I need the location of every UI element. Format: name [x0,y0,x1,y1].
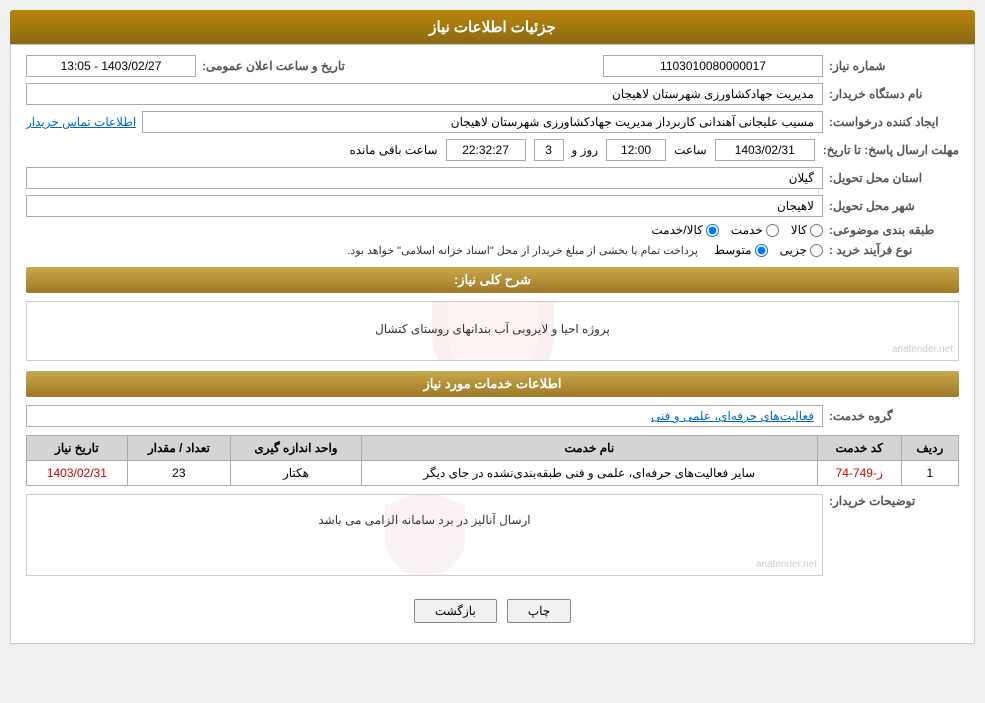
deadline-label: مهلت ارسال پاسخ: تا تاریخ: [823,143,959,157]
main-container: شماره نیاز: 1103010080000017 تاریخ و ساع… [10,44,975,644]
niaaz-number-label: شماره نیاز: [829,59,959,73]
category-khadamat-radio[interactable] [766,224,779,237]
purchase-motavaset-label: متوسط [714,243,752,257]
purchase-desc-text: پرداخت تمام یا بخشی از مبلغ خریدار از مح… [347,244,698,257]
buyer-notes-watermark-icon [365,494,485,576]
buyer-notes-box: ارسال آنالیز در برد سامانه الزامی می باش… [26,494,823,576]
province-label: استان محل تحویل: [829,171,959,185]
general-desc-text: پروژه احیا و لایروبی آب بندانهای روستای … [37,312,948,346]
buyer-org-row: نام دستگاه خریدار: مدیریت جهادکشاورزی شه… [26,83,959,105]
niaaz-number-value: 1103010080000017 [603,55,823,77]
deadline-date-value: 1403/02/31 [715,139,815,161]
col-date: تاریخ نیاز [27,436,128,461]
category-kala-label: کالا [791,223,807,237]
category-row: طبقه بندی موضوعی: کالا خدمت کالا/خدمت [26,223,959,237]
buyer-org-value: مدیریت جهادکشاورزی شهرستان لاهیجان [26,83,823,105]
purchase-motavaset-radio[interactable] [755,244,768,257]
purchase-motavaset: متوسط [714,243,768,257]
services-table: ردیف کد خدمت نام خدمت واحد اندازه گیری ت… [26,435,959,486]
service-group-link[interactable]: فعالیت‌های حرفه‌ای، علمی و فنی [651,409,814,423]
category-kala-khadamat: کالا/خدمت [651,223,718,237]
remaining-label: ساعت باقی مانده [349,143,437,157]
col-row: ردیف [901,436,958,461]
category-khadamat-label: خدمت [731,223,763,237]
category-kala: کالا [791,223,823,237]
requester-value: مسیب علیجانی آهندانی کاربرداز مدیریت جها… [142,111,823,133]
category-label: طبقه بندی موضوعی: [829,223,959,237]
requester-row: ایجاد کننده درخواست: مسیب علیجانی آهندان… [26,111,959,133]
general-desc-box: پروژه احیا و لایروبی آب بندانهای روستای … [26,301,959,361]
deadline-row: مهلت ارسال پاسخ: تا تاریخ: 1403/02/31 سا… [26,139,959,161]
service-group-row: گروه خدمت: فعالیت‌های حرفه‌ای، علمی و فن… [26,405,959,427]
purchase-jozii-label: جزیی [780,243,807,257]
cell-date-value: 1403/02/31 [47,466,107,480]
cell-count: 23 [127,461,230,486]
deadline-remaining-value: 22:32:27 [446,139,526,161]
general-desc-section-header: شرح کلی نیاز: [26,267,959,293]
purchase-type-row: نوع فرآیند خرید : جزیی متوسط پرداخت تمام… [26,243,959,257]
col-unit: واحد اندازه گیری [230,436,361,461]
buyer-notes-watermark-text: anatender.net [756,559,817,570]
col-count: تعداد / مقدار [127,436,230,461]
cell-row: 1 [901,461,958,486]
service-group-label: گروه خدمت: [829,409,959,423]
days-label: روز و [572,143,599,157]
category-kala-khadamat-label: کالا/خدمت [651,223,702,237]
time-label: ساعت [674,143,707,157]
niaaz-number-row: شماره نیاز: 1103010080000017 تاریخ و ساع… [26,55,959,77]
province-value: گیلان [26,167,823,189]
button-row: چاپ بازگشت [26,599,959,633]
deadline-days-value: 3 [534,139,564,161]
col-name: نام خدمت [361,436,817,461]
category-kala-radio[interactable] [810,224,823,237]
purchase-type-radio-group: جزیی متوسط [714,243,823,257]
cell-unit: هکتار [230,461,361,486]
purchase-type-label: نوع فرآیند خرید : [829,243,959,257]
purchase-jozii-radio[interactable] [810,244,823,257]
city-value: لاهیجان [26,195,823,217]
table-row: 1 ز-749-74 سایر فعالیت‌های حرفه‌ای، علمی… [27,461,959,486]
category-radio-group: کالا خدمت کالا/خدمت [651,223,823,237]
cell-name: سایر فعالیت‌های حرفه‌ای، علمی و فنی طبقه… [361,461,817,486]
cell-code-value: ز-749-74 [836,466,883,480]
page-title: جزئیات اطلاعات نیاز [10,10,975,44]
buyer-notes-row: توضیحات خریدار: ارسال آنالیز در برد ساما… [26,494,959,584]
announce-time-label: تاریخ و ساعت اعلان عمومی: [202,59,345,73]
category-kala-khadamat-radio[interactable] [706,224,719,237]
announce-date-value: 1403/02/27 - 13:05 [26,55,196,77]
requester-label: ایجاد کننده درخواست: [829,115,959,129]
services-section-header: اطلاعات خدمات مورد نیاز [26,371,959,397]
buyer-org-label: نام دستگاه خریدار: [829,87,959,101]
cell-date: 1403/02/31 [27,461,128,486]
category-khadamat: خدمت [731,223,779,237]
back-button[interactable]: بازگشت [414,599,497,623]
page-wrapper: جزئیات اطلاعات نیاز شماره نیاز: 11030100… [0,0,985,703]
city-row: شهر محل تحویل: لاهیجان [26,195,959,217]
col-code: کد خدمت [817,436,901,461]
service-group-value: فعالیت‌های حرفه‌ای، علمی و فنی [26,405,823,427]
deadline-time-value: 12:00 [606,139,666,161]
buyer-notes-label: توضیحات خریدار: [829,494,959,508]
print-button[interactable]: چاپ [507,599,571,623]
contact-info-link[interactable]: اطلاعات تماس خریدار [26,115,136,129]
province-row: استان محل تحویل: گیلان [26,167,959,189]
cell-code: ز-749-74 [817,461,901,486]
general-desc-section-label: شرح کلی نیاز: [454,272,531,287]
city-label: شهر محل تحویل: [829,199,959,213]
purchase-jozii: جزیی [780,243,823,257]
